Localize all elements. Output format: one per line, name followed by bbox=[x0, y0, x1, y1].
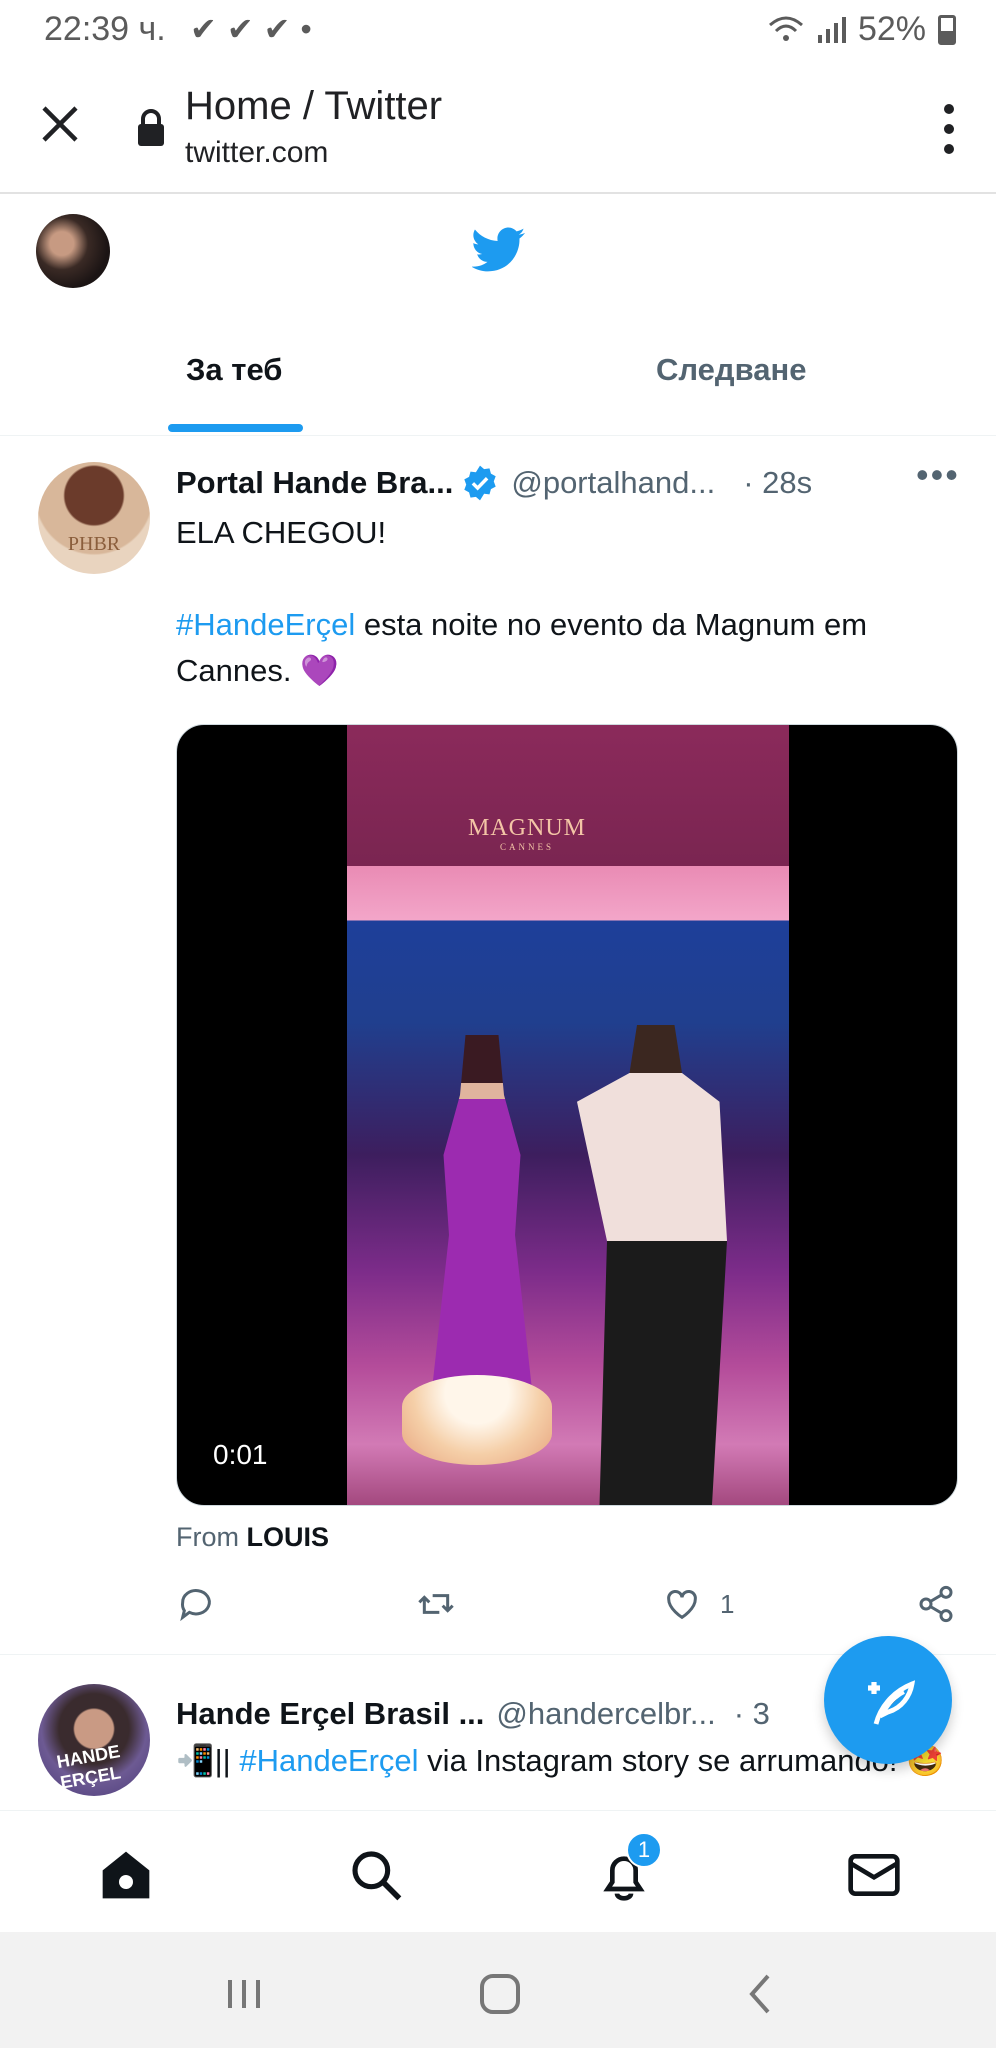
twitter-logo-icon[interactable] bbox=[472, 226, 526, 274]
system-navigation-bar bbox=[0, 1932, 996, 2048]
tab-following[interactable]: Следване bbox=[656, 352, 806, 388]
compose-feather-icon bbox=[868, 1680, 916, 1725]
browser-toolbar: Home / Twitter twitter.com bbox=[0, 64, 996, 194]
search-icon[interactable] bbox=[346, 1847, 406, 1903]
tweet-header: Hande Erçel Brasil ... @handercelbr... ·… bbox=[176, 1696, 770, 1732]
tweet-timestamp[interactable]: · 3 bbox=[734, 1696, 770, 1732]
notification-check-icons: ✔✔✔• bbox=[190, 11, 322, 47]
active-tab-indicator bbox=[168, 424, 303, 432]
compose-tweet-button[interactable] bbox=[824, 1636, 952, 1764]
notification-badge: 1 bbox=[626, 1832, 662, 1868]
status-bar: 22:39 ч. ✔✔✔• 52% bbox=[0, 0, 996, 60]
back-icon[interactable] bbox=[740, 1972, 784, 2016]
recent-apps-icon[interactable] bbox=[222, 1972, 266, 2016]
avatar-logo-text: HANDE ERÇEL bbox=[55, 1741, 123, 1793]
tweet-author-name[interactable]: Hande Erçel Brasil ... bbox=[176, 1696, 484, 1732]
battery-icon bbox=[938, 14, 956, 45]
page-url[interactable]: twitter.com bbox=[185, 136, 328, 170]
tab-for-you[interactable]: За теб bbox=[186, 352, 282, 388]
hashtag-link[interactable]: #HandeErçel bbox=[239, 1743, 418, 1778]
signal-icon bbox=[817, 16, 846, 43]
messages-envelope-icon[interactable] bbox=[844, 1847, 904, 1903]
tweet[interactable]: HANDE ERÇEL Hande Erçel Brasil ... @hand… bbox=[0, 436, 996, 1810]
tweet-author-handle[interactable]: @handercelbr... bbox=[496, 1696, 715, 1732]
home-icon[interactable] bbox=[96, 1847, 156, 1903]
profile-avatar[interactable] bbox=[36, 214, 110, 288]
bottom-navigation bbox=[0, 1810, 996, 1932]
more-vert-icon[interactable] bbox=[942, 102, 956, 156]
twitter-header: За теб Следване bbox=[0, 196, 996, 436]
close-icon[interactable] bbox=[38, 102, 82, 146]
page-title: Home / Twitter bbox=[185, 84, 443, 128]
battery-percent: 52% bbox=[857, 10, 926, 48]
timeline-feed[interactable]: PHBR Portal Hande Bra... @portalhand... … bbox=[0, 436, 996, 1810]
status-time: 22:39 ч. bbox=[44, 10, 166, 48]
wifi-icon bbox=[768, 16, 803, 41]
status-right: 52% bbox=[768, 10, 956, 49]
tweet-author-avatar[interactable]: HANDE ERÇEL bbox=[38, 1684, 150, 1796]
tweet-emoji-prefix: 📲|| bbox=[176, 1743, 231, 1778]
home-button-icon[interactable] bbox=[478, 1972, 522, 2016]
lock-icon bbox=[138, 109, 164, 146]
